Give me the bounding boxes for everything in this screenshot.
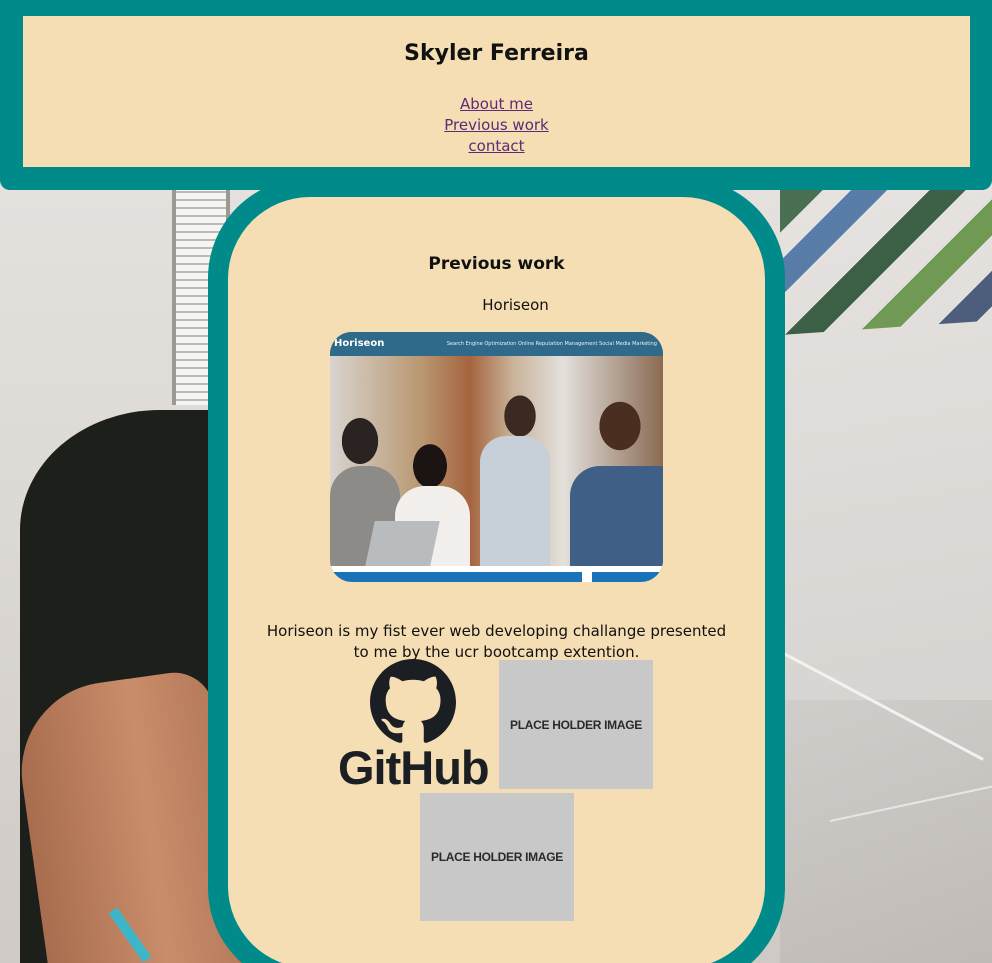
screenshot-navbar: Horiseon Search Engine Optimization Onli… (330, 332, 663, 356)
site-title: Skyler Ferreira (404, 41, 589, 66)
project-name: Horiseon (482, 296, 549, 314)
previous-work-panel: Previous work Horiseon Horiseon Search E… (228, 197, 765, 963)
github-wordmark: GitHub (338, 741, 490, 794)
placeholder-image: PLACE HOLDER IMAGE (420, 793, 574, 921)
background-floor (780, 700, 992, 963)
screenshot-photo (330, 356, 663, 576)
nav-link-previous-work[interactable]: Previous work (444, 115, 548, 136)
screenshot-footer-block (592, 572, 663, 582)
screenshot-footer (330, 566, 663, 582)
screenshot-person (480, 436, 550, 576)
project-description: Horiseon is my fist ever web developing … (266, 622, 727, 661)
site-header: Skyler Ferreira About me Previous work c… (0, 0, 992, 190)
nav-link-about-me[interactable]: About me (460, 94, 533, 115)
screenshot-person (570, 466, 663, 576)
screenshot-nav-links: Search Engine Optimization Online Reputa… (446, 341, 657, 347)
project-screenshot[interactable]: Horiseon Search Engine Optimization Onli… (330, 332, 663, 582)
screenshot-laptop (365, 521, 440, 566)
screenshot-footer-block (330, 572, 582, 582)
background-wall-art (780, 190, 992, 335)
github-link[interactable]: GitHub (336, 659, 496, 794)
previous-work-card: Previous work Horiseon Horiseon Search E… (208, 178, 785, 963)
main-nav: About me Previous work contact (23, 94, 970, 157)
nav-link-contact[interactable]: contact (468, 136, 524, 157)
section-title: Previous work (428, 254, 565, 274)
screenshot-brand: Horiseon (334, 338, 385, 349)
header-panel: Skyler Ferreira About me Previous work c… (23, 16, 970, 167)
placeholder-image: PLACE HOLDER IMAGE (499, 660, 653, 789)
github-icon (370, 659, 456, 743)
